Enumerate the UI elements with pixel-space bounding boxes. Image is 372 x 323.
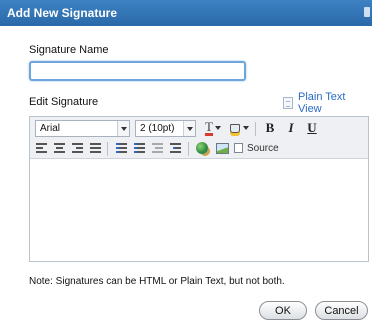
document-icon [283,97,293,109]
image-icon [215,142,229,154]
background-color-button[interactable] [228,120,250,136]
toolbar-separator [255,122,256,136]
globe-link-icon [196,142,208,154]
cancel-button[interactable]: Cancel [315,301,368,320]
source-button[interactable]: Source [234,140,284,156]
align-center-icon [53,143,65,153]
font-size-value: 2 (10pt) [140,123,175,134]
chevron-down-icon [242,126,249,130]
insert-image-button[interactable] [214,140,230,156]
align-left-icon [35,143,47,153]
source-icon [234,143,243,153]
ok-button[interactable]: OK [259,301,307,320]
edit-signature-label: Edit Signature [29,96,99,108]
numbered-list-icon [115,143,127,153]
close-icon[interactable] [364,7,370,17]
insert-link-button[interactable] [194,140,210,156]
toolbar-separator [107,142,108,156]
align-left-button[interactable] [33,140,49,156]
toolbar-separator [188,142,189,156]
outdent-button[interactable] [149,140,165,156]
align-justify-icon [89,143,101,153]
editor-content-area[interactable] [30,160,368,261]
source-label: Source [247,142,279,154]
bulleted-list-button[interactable] [131,140,147,156]
align-center-button[interactable] [51,140,67,156]
align-right-icon [71,143,83,153]
italic-button[interactable]: I [283,120,299,136]
align-right-button[interactable] [69,140,85,156]
chevron-down-icon [117,121,129,136]
signature-name-input[interactable] [29,61,246,81]
bulleted-list-icon [133,143,145,153]
indent-button[interactable] [167,140,183,156]
signature-name-label: Signature Name [29,44,109,56]
indent-icon [169,143,181,153]
font-size-select[interactable]: 2 (10pt) [135,120,196,137]
chevron-down-icon [183,121,195,136]
numbered-list-button[interactable] [113,140,129,156]
plain-text-view-link[interactable]: Plain Text View [283,91,372,115]
dialog-title: Add New Signature [7,6,118,20]
chevron-down-icon [214,126,221,130]
paint-bucket-icon [229,123,240,133]
text-color-icon: T [205,118,213,136]
signature-editor: Arial 2 (10pt) T B I U Source [29,116,369,262]
underline-button[interactable]: U [304,120,320,136]
font-family-select[interactable]: Arial [35,120,130,137]
signature-format-note: Note: Signatures can be HTML or Plain Te… [29,276,285,287]
bold-button[interactable]: B [262,120,278,136]
dialog-title-bar: Add New Signature [0,0,372,26]
text-color-button[interactable]: T [202,120,224,136]
outdent-icon [151,143,163,153]
editor-toolbar: Arial 2 (10pt) T B I U Source [30,117,368,159]
font-family-value: Arial [40,123,61,134]
plain-text-view-label: Plain Text View [297,91,346,115]
align-justify-button[interactable] [87,140,103,156]
